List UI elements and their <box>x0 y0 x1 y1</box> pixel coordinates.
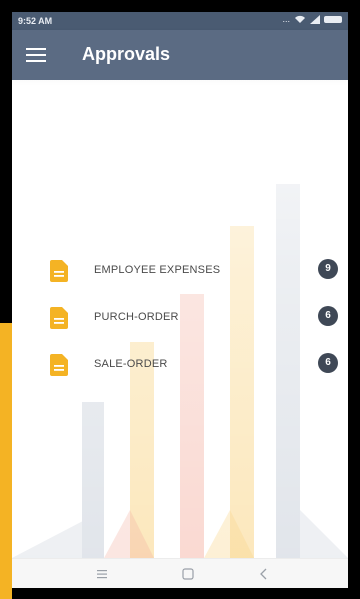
status-icons: ... <box>282 15 342 24</box>
count-badge: 6 <box>318 306 338 326</box>
status-time: 9:52 AM <box>18 16 53 26</box>
status-bar: 9:52 AM ... <box>12 12 348 30</box>
approvals-list: EMPLOYEE EXPENSES 9 PURCH-ORDER 6 SALE-O… <box>12 257 348 398</box>
back-icon[interactable] <box>252 565 276 583</box>
page-title: Approvals <box>82 44 171 64</box>
battery-icon <box>324 16 342 23</box>
approval-item-label: EMPLOYEE EXPENSES <box>94 264 221 276</box>
home-icon[interactable] <box>176 565 200 583</box>
phone-screen: 9:52 AM ... Approvals EMPLOYEE EXPENSES … <box>12 12 348 588</box>
approval-item-label: SALE-ORDER <box>94 358 168 370</box>
approval-item-label: PURCH-ORDER <box>94 311 179 323</box>
recent-apps-icon[interactable] <box>90 565 114 583</box>
system-nav-bar <box>12 558 348 588</box>
status-dots: ... <box>282 14 290 24</box>
document-icon <box>50 260 68 282</box>
side-accent-strip <box>0 323 12 599</box>
approval-item-sale-order[interactable]: SALE-ORDER 6 <box>12 351 348 398</box>
device-frame: 9:52 AM ... Approvals EMPLOYEE EXPENSES … <box>0 0 360 599</box>
wifi-icon <box>295 15 305 23</box>
document-icon <box>50 307 68 329</box>
app-bar: Approvals <box>12 30 348 80</box>
approval-item-employee-expenses[interactable]: EMPLOYEE EXPENSES 9 <box>12 257 348 304</box>
count-badge: 6 <box>318 353 338 373</box>
signal-icon <box>310 15 320 24</box>
count-badge: 9 <box>318 259 338 279</box>
menu-icon[interactable] <box>26 46 46 64</box>
document-icon <box>50 354 68 376</box>
approval-item-purch-order[interactable]: PURCH-ORDER 6 <box>12 304 348 351</box>
